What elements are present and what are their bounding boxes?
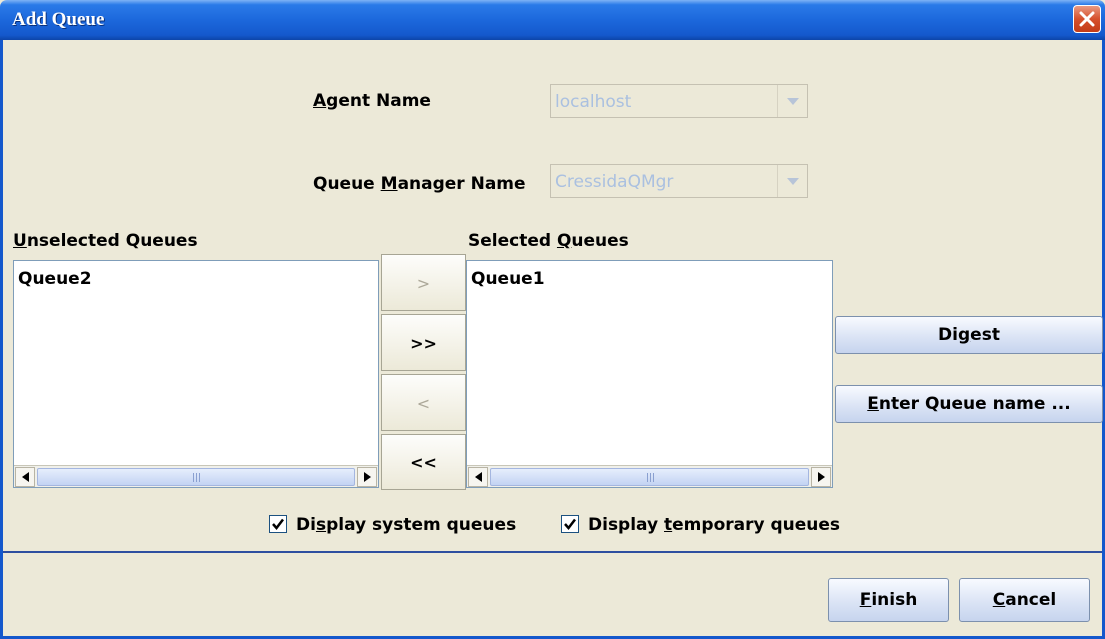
system-queues-label[interactable]: Display system queues xyxy=(296,515,516,535)
temporary-queues-label[interactable]: Display temporary queues xyxy=(588,515,840,535)
selected-horizontal-scrollbar[interactable] xyxy=(467,465,832,487)
digest-button[interactable]: Digest xyxy=(835,316,1103,354)
move-all-right-button[interactable]: >> xyxy=(381,314,466,371)
arrow-right-icon xyxy=(364,472,371,482)
window-title: Add Queue xyxy=(12,9,105,30)
finish-button[interactable]: Finish xyxy=(828,578,949,622)
agent-name-combo[interactable]: localhost xyxy=(550,84,808,118)
checkmark-icon xyxy=(564,518,576,530)
list-item[interactable]: Queue2 xyxy=(18,269,92,289)
agent-name-label: Agent Name xyxy=(313,91,431,111)
queue-manager-value: CressidaQMgr xyxy=(555,172,674,192)
queue-manager-label: Queue Manager Name xyxy=(313,174,526,194)
scroll-left-button[interactable] xyxy=(15,467,35,487)
scroll-thumb[interactable] xyxy=(490,468,809,486)
temporary-queues-checkbox[interactable] xyxy=(561,515,579,533)
unselected-queues-list[interactable]: Queue2 xyxy=(13,260,379,488)
close-icon xyxy=(1079,11,1095,27)
move-all-left-button[interactable]: << xyxy=(381,434,466,490)
close-button[interactable] xyxy=(1073,5,1101,33)
cancel-button[interactable]: Cancel xyxy=(959,578,1090,622)
selected-queues-list[interactable]: Queue1 xyxy=(466,260,833,488)
agent-name-dropdown-button[interactable] xyxy=(777,85,807,117)
scroll-right-button[interactable] xyxy=(357,467,377,487)
footer-divider xyxy=(3,551,1102,553)
move-one-right-button[interactable]: > xyxy=(381,254,466,311)
agent-name-value: localhost xyxy=(555,92,632,112)
system-queues-checkbox[interactable] xyxy=(269,515,287,533)
chevron-down-icon xyxy=(787,98,799,105)
scroll-right-button[interactable] xyxy=(811,467,831,487)
chevron-down-icon xyxy=(787,178,799,185)
arrow-left-icon xyxy=(475,472,482,482)
scroll-thumb[interactable] xyxy=(37,468,355,486)
checkmark-icon xyxy=(272,518,284,530)
unselected-queues-label: Unselected Queues xyxy=(13,231,198,251)
queue-manager-dropdown-button[interactable] xyxy=(777,165,807,197)
unselected-horizontal-scrollbar[interactable] xyxy=(14,465,378,487)
selected-queues-label: Selected Queues xyxy=(468,231,629,251)
queue-manager-combo[interactable]: CressidaQMgr xyxy=(550,164,808,198)
arrow-left-icon xyxy=(22,472,29,482)
arrow-right-icon xyxy=(818,472,825,482)
title-bar: Add Queue xyxy=(0,0,1105,40)
enter-queue-name-button[interactable]: Enter Queue name ... xyxy=(835,385,1103,423)
move-one-left-button[interactable]: < xyxy=(381,374,466,431)
scroll-left-button[interactable] xyxy=(468,467,488,487)
list-item[interactable]: Queue1 xyxy=(471,269,545,289)
